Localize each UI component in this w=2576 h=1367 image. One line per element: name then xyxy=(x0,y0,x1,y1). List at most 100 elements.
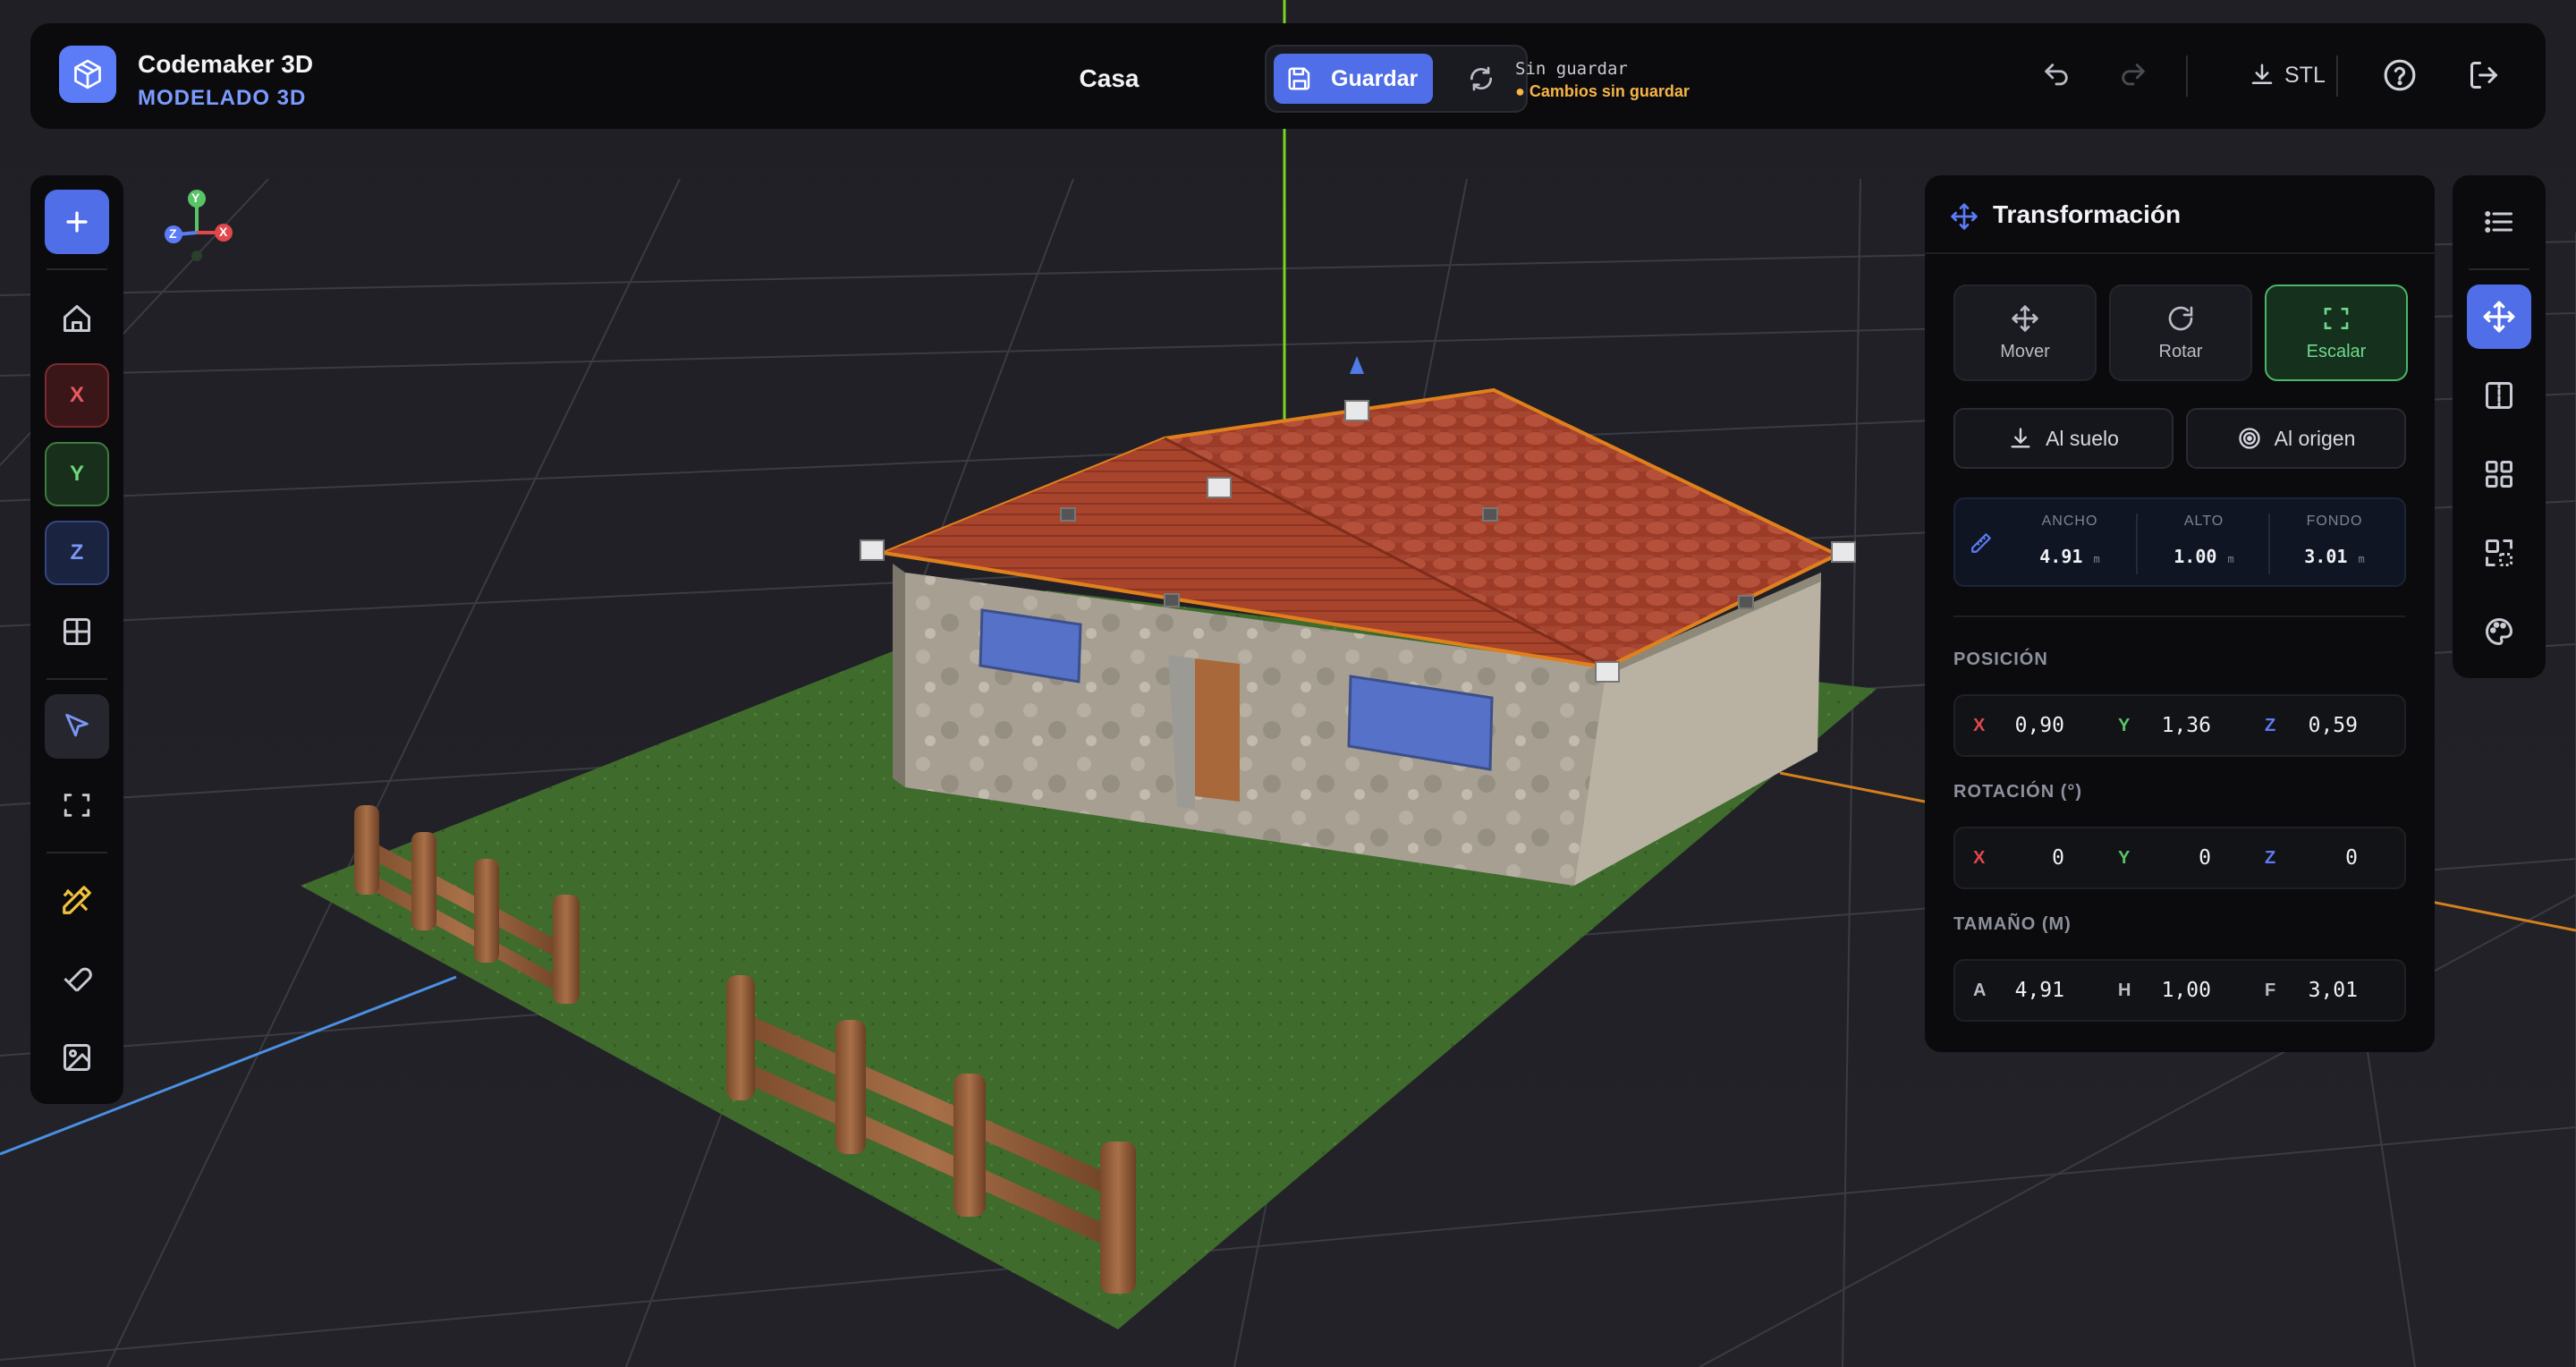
home-icon xyxy=(64,305,90,332)
arrow-down-to-line-icon xyxy=(2011,428,2030,448)
app-name: Codemaker 3D xyxy=(138,50,314,78)
position-z-input[interactable]: 0,59 xyxy=(2286,714,2358,737)
move-to-origin-button[interactable]: Al origen xyxy=(2186,408,2406,469)
help-button[interactable] xyxy=(2377,53,2422,98)
drop-to-floor-button[interactable]: Al suelo xyxy=(1953,408,2174,469)
top-bar: Codemaker 3D MODELADO 3D Casa Guardar Si… xyxy=(30,23,2546,129)
height-unit: m xyxy=(2227,553,2234,565)
mode-move-button[interactable]: Mover xyxy=(1953,284,2097,381)
rotation-z-input[interactable]: 0 xyxy=(2286,846,2358,870)
position-y-input[interactable]: 1,36 xyxy=(2140,714,2211,737)
refresh-icon xyxy=(1470,66,1492,91)
move-icon xyxy=(2012,304,2038,332)
floppy-icon xyxy=(1288,67,1310,90)
save-button[interactable]: Guardar xyxy=(1274,54,1433,104)
transform-panel: Transformación Mover Rotar Escalar Al su… xyxy=(1925,175,2435,1052)
export-stl-button[interactable]: STL xyxy=(2249,53,2326,98)
boolean-icon xyxy=(2486,539,2512,566)
size-height-input[interactable]: 1,00 xyxy=(2140,979,2211,1002)
move-icon xyxy=(2483,301,2515,333)
depth-label: FONDO xyxy=(2306,514,2363,529)
size-fields: A 4,91 H 1,00 F 3,01 xyxy=(1953,959,2406,1022)
rotation-label: ROTACIÓN (°) xyxy=(1953,782,2083,802)
download-icon xyxy=(2251,64,2273,84)
rotation-z-axis-label: Z xyxy=(2265,848,2276,868)
mode-scale-button[interactable]: Escalar xyxy=(2265,284,2408,381)
frame-tool-button[interactable] xyxy=(45,773,109,837)
toolbar-divider xyxy=(2186,55,2188,97)
boolean-button[interactable] xyxy=(2467,521,2531,585)
gizmo-x-label: X xyxy=(219,225,228,239)
height-label: ALTO xyxy=(2183,514,2224,529)
undo-button[interactable] xyxy=(2034,53,2079,98)
size-f-axis-label: F xyxy=(2265,981,2276,1000)
mode-move-label: Mover xyxy=(2000,341,2050,361)
add-object-button[interactable] xyxy=(45,190,109,254)
target-icon xyxy=(2238,428,2260,449)
toolbar-divider xyxy=(2336,55,2338,97)
material-button[interactable] xyxy=(2467,599,2531,664)
width-readout: ANCHO 4.91 m xyxy=(2005,499,2134,589)
array-button[interactable] xyxy=(2467,442,2531,506)
view-z-button[interactable]: Z xyxy=(45,521,109,585)
view-y-button[interactable]: Y xyxy=(45,442,109,506)
palette-icon xyxy=(2486,617,2513,646)
rotation-x-input[interactable]: 0 xyxy=(1993,846,2064,870)
document-title[interactable]: Casa xyxy=(1038,64,1181,93)
transform-panel-button[interactable] xyxy=(2467,284,2531,349)
layers-list-button[interactable] xyxy=(2467,190,2531,254)
orientation-gizmo[interactable]: Y X Z xyxy=(161,183,236,268)
redo-icon xyxy=(2122,64,2145,86)
gizmo-z-label: Z xyxy=(169,226,177,241)
depth-value: 3.01 xyxy=(2304,546,2348,567)
size-h-axis-label: H xyxy=(2118,981,2131,1000)
logout-button[interactable] xyxy=(2462,53,2506,98)
save-status: Sin guardar xyxy=(1515,59,1628,79)
left-toolbar: X Y Z xyxy=(30,175,123,1104)
ruler-icon xyxy=(1971,533,1991,553)
magnet-tool-button[interactable] xyxy=(45,947,109,1011)
redo-button[interactable] xyxy=(2111,53,2156,98)
image-icon xyxy=(64,1044,90,1071)
mode-rotate-button[interactable]: Rotar xyxy=(2109,284,2252,381)
position-fields: X 0,90 Y 1,36 Z 0,59 xyxy=(1953,694,2406,757)
app-mode: MODELADO 3D xyxy=(138,86,307,110)
cursor-icon xyxy=(65,713,89,737)
width-value: 4.91 xyxy=(2039,546,2083,567)
sync-button[interactable] xyxy=(1444,54,1519,104)
size-a-axis-label: A xyxy=(1973,981,1987,1000)
dimensions-readout: ANCHO 4.91 m ALTO 1.00 m FONDO 3.01 m xyxy=(1953,497,2406,587)
view-x-button[interactable]: X xyxy=(45,363,109,428)
gizmo-y-label: Y xyxy=(191,191,200,205)
select-tool-button[interactable] xyxy=(45,694,109,759)
grid-icon xyxy=(2486,461,2512,488)
mirror-button[interactable] xyxy=(2467,363,2531,428)
size-label: TAMAÑO (M) xyxy=(1953,914,2072,934)
logout-icon xyxy=(2470,62,2497,89)
size-depth-input[interactable]: 3,01 xyxy=(2286,979,2358,1002)
position-x-input[interactable]: 0,90 xyxy=(1993,714,2064,737)
panel-header: Transformación xyxy=(1925,175,2435,254)
rotation-y-input[interactable]: 0 xyxy=(2140,846,2211,870)
size-width-input[interactable]: 4,91 xyxy=(1993,979,2064,1002)
grid-view-button[interactable] xyxy=(45,599,109,664)
scale-icon xyxy=(2324,307,2349,329)
move-icon xyxy=(1951,203,1978,230)
list-icon xyxy=(2485,211,2512,233)
measure-tool-button[interactable] xyxy=(45,868,109,932)
save-label: Guardar xyxy=(1331,65,1419,91)
depth-readout: FONDO 3.01 m xyxy=(2270,499,2399,589)
magnet-icon xyxy=(64,967,92,992)
focus-frame-icon xyxy=(64,794,90,817)
height-readout: ALTO 1.00 m xyxy=(2140,499,2268,589)
unsaved-warning: ● Cambios sin guardar xyxy=(1515,82,1690,100)
right-toolbar xyxy=(2453,175,2546,678)
depth-unit: m xyxy=(2358,553,2365,565)
home-view-button[interactable] xyxy=(45,286,109,351)
image-tool-button[interactable] xyxy=(45,1025,109,1090)
ruler-pencil-icon xyxy=(63,886,91,914)
position-label: POSICIÓN xyxy=(1953,650,2048,669)
mode-rotate-label: Rotar xyxy=(2158,341,2203,361)
cube-logo-icon xyxy=(59,46,116,103)
panel-title: Transformación xyxy=(1993,200,2182,228)
